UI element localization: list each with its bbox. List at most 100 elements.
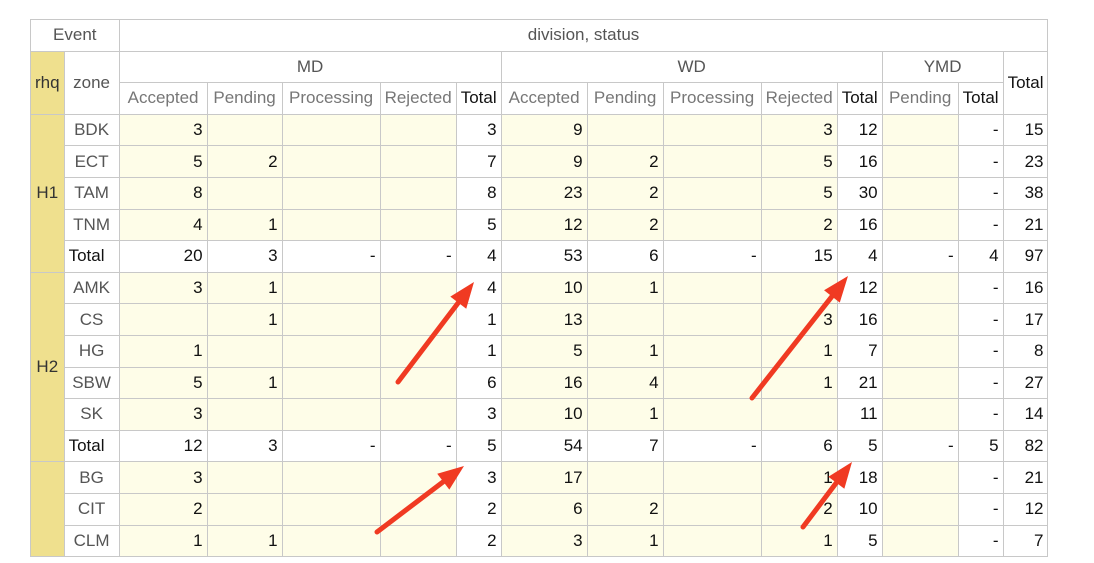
value-cell — [379, 524, 457, 558]
value-cell: 2 — [586, 176, 664, 210]
status-header: Accepted — [118, 82, 208, 115]
value-cell: 2 — [586, 208, 664, 242]
value-cell: 16 — [836, 303, 883, 336]
value-cell: 3 — [500, 524, 588, 558]
value-cell: 23 — [1002, 145, 1049, 178]
value-cell: 5 — [455, 429, 502, 463]
value-cell: 5 — [118, 366, 208, 400]
zone-cell: BDK — [63, 113, 120, 147]
zone-header: zone — [63, 50, 120, 115]
value-cell: 6 — [455, 366, 502, 400]
zone-cell: TNM — [63, 208, 120, 242]
value-cell: 27 — [1002, 366, 1049, 400]
value-cell: 2 — [586, 492, 664, 526]
value-cell: 1 — [206, 271, 283, 305]
value-cell: 17 — [1002, 303, 1049, 336]
division-header-ymd: YMD — [881, 50, 1004, 84]
value-cell — [206, 398, 283, 431]
value-cell: - — [957, 113, 1004, 147]
zone-cell: BG — [63, 461, 120, 494]
value-cell — [662, 208, 762, 242]
value-cell: 7 — [586, 429, 664, 463]
grand-total-header: Total — [1002, 50, 1049, 115]
value-cell: - — [957, 176, 1004, 210]
value-cell: 82 — [1002, 429, 1049, 463]
value-cell — [281, 303, 381, 336]
zone-cell: CS — [63, 303, 120, 336]
value-cell: 9 — [500, 145, 588, 178]
status-header: Rejected — [760, 82, 838, 115]
table-body: H1 BDK 3 3 9 3 12-15 ECT 5 2 7 9 2 5 16-23 TAM 8 8 23 2 5 30-… — [30, 113, 1049, 558]
value-cell: 1 — [586, 398, 664, 431]
value-cell — [379, 303, 457, 336]
value-cell — [662, 492, 762, 526]
value-cell — [281, 176, 381, 210]
zone-cell: HG — [63, 334, 120, 368]
table-row: H2 AMK 3 1 4 10 1 12-16 — [30, 271, 1049, 463]
event-header: Event — [30, 19, 120, 52]
value-cell: 1 — [586, 524, 664, 558]
value-cell — [881, 145, 959, 178]
value-cell: 18 — [836, 461, 883, 494]
value-cell: 5 — [455, 208, 502, 242]
value-cell: 12 — [836, 271, 883, 305]
value-cell: - — [957, 524, 1004, 558]
value-cell: 16 — [836, 145, 883, 178]
value-cell — [379, 366, 457, 400]
value-cell — [206, 334, 283, 368]
value-cell: 3 — [118, 461, 208, 494]
value-cell: 1 — [206, 208, 283, 242]
value-cell: 10 — [836, 492, 883, 526]
value-cell: 53 — [500, 240, 588, 273]
value-cell: 15 — [1002, 113, 1049, 147]
value-cell — [662, 176, 762, 210]
value-cell: 2 — [455, 524, 502, 558]
value-cell: - — [662, 240, 762, 273]
value-cell — [379, 461, 457, 494]
status-header: Accepted — [500, 82, 588, 115]
value-cell: 5 — [836, 524, 883, 558]
value-cell: - — [957, 492, 1004, 526]
table-row: SK 3 3 10 1 11-14 — [31, 398, 1049, 431]
table-row: ECT 5 2 7 9 2 5 16-23 — [31, 145, 1049, 178]
value-cell: 12 — [118, 429, 208, 463]
zone-cell: CLM — [63, 524, 120, 558]
value-cell: 38 — [1002, 176, 1049, 210]
value-cell: 5 — [500, 334, 588, 368]
value-cell: - — [957, 303, 1004, 336]
value-cell — [881, 271, 959, 305]
rhq-cell: H2 — [30, 271, 65, 463]
value-cell: 21 — [836, 366, 883, 400]
value-cell — [281, 334, 381, 368]
value-cell: 3 — [760, 113, 838, 147]
value-cell: - — [957, 398, 1004, 431]
value-cell — [881, 208, 959, 242]
value-cell: 9 — [500, 113, 588, 147]
value-cell: 5 — [836, 429, 883, 463]
value-cell: 8 — [1002, 334, 1049, 368]
value-cell: 16 — [836, 208, 883, 242]
value-cell: 1 — [760, 366, 838, 400]
table-header: Event division, status rhq zone MD WD YM… — [30, 19, 1049, 115]
value-cell — [662, 145, 762, 178]
value-cell: 12 — [1002, 492, 1049, 526]
value-cell — [881, 524, 959, 558]
value-cell — [206, 176, 283, 210]
value-cell: 3 — [206, 429, 283, 463]
value-cell — [586, 461, 664, 494]
value-cell — [662, 271, 762, 305]
value-cell: 13 — [500, 303, 588, 336]
value-cell: 2 — [455, 492, 502, 526]
status-header: Rejected — [379, 82, 457, 115]
value-cell — [662, 334, 762, 368]
value-cell: 7 — [455, 145, 502, 178]
value-cell: 1 — [206, 366, 283, 400]
table-row: TAM 8 8 23 2 5 30-38 — [31, 176, 1049, 210]
value-cell: 97 — [1002, 240, 1049, 273]
value-cell — [881, 334, 959, 368]
value-cell — [118, 303, 208, 336]
table-row: BG 3 3 17 1 18-21 — [30, 461, 1049, 558]
value-cell — [586, 303, 664, 336]
status-header: Pending — [206, 82, 283, 115]
value-cell: 1 — [206, 524, 283, 558]
